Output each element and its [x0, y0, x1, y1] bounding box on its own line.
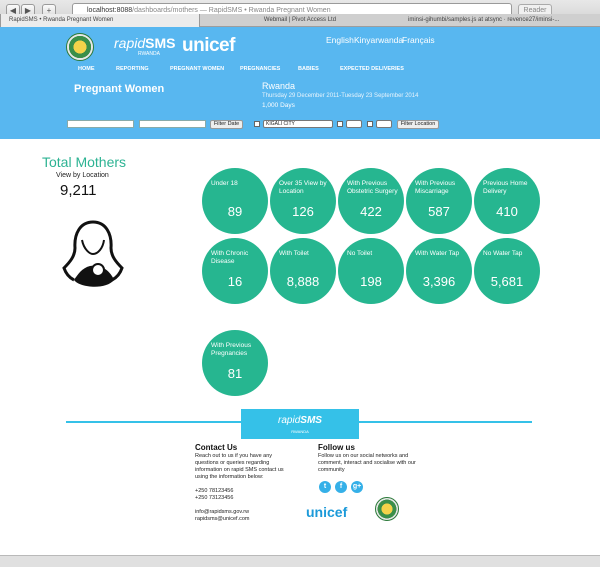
tab-bar: RapidSMS • Rwanda Pregnant Women Webmail… — [0, 14, 600, 27]
mother-child-icon — [62, 220, 124, 287]
email-1[interactable]: info@rapidsms.gov.rw — [195, 509, 295, 516]
tab-github[interactable]: iminsi-gihumbi/samples.js at atsync · re… — [400, 14, 600, 27]
url-suffix: — RapidSMS • Rwanda Pregnant Women — [197, 7, 331, 14]
email-2[interactable]: rapidsms@unicef.com — [195, 516, 295, 523]
stat-over-35[interactable]: Over 35 View by Location 126 — [270, 168, 336, 234]
province-checkbox[interactable] — [254, 121, 260, 127]
facebook-icon[interactable]: f — [335, 481, 347, 493]
footer-unicef-logo: unicef — [306, 504, 348, 520]
browser-status-bar — [0, 555, 600, 567]
total-mothers-value: 9,211 — [60, 182, 97, 199]
total-mothers-title: Total Mothers — [42, 154, 127, 170]
site-header: rapidSMS RWANDA unicef English Kinyarwan… — [0, 27, 600, 139]
start-date-input[interactable] — [67, 120, 134, 128]
date-range: Thursday 29 December 2011-Tuesday 23 Sep… — [262, 93, 419, 99]
stat-with-toilet[interactable]: With Toilet 8,888 — [270, 238, 336, 304]
footer-crest-icon — [375, 497, 399, 521]
page-title: Pregnant Women — [74, 83, 165, 95]
district-select[interactable] — [346, 120, 362, 128]
footer-rapidsms-logo: rapidSMS RWANDA — [241, 409, 359, 439]
phone-1: +250 78123456 — [195, 488, 234, 494]
lang-francais[interactable]: Français — [402, 35, 435, 45]
lang-kinyarwanda[interactable]: Kinyarwanda — [354, 35, 403, 45]
twitter-icon[interactable]: t — [319, 481, 331, 493]
stat-under-18[interactable]: Under 18 89 — [202, 168, 268, 234]
url-path: /dashboards/mothers — [132, 7, 198, 14]
lang-english[interactable]: English — [326, 35, 354, 45]
menu-expected-deliveries[interactable]: EXPECTED DELIVERIES — [340, 66, 404, 72]
filter-bar: Filter Date KIGALI CITY Filter Location — [0, 120, 600, 130]
follow-title: Follow us — [318, 443, 355, 452]
filter-location-button[interactable]: Filter Location — [397, 120, 439, 129]
tab-rapidsms[interactable]: RapidSMS • Rwanda Pregnant Women — [0, 14, 200, 27]
unicef-logo: unicef — [182, 35, 235, 56]
stat-previous-miscarriage[interactable]: With Previous Miscarriage 587 — [406, 168, 472, 234]
rapidsms-logo[interactable]: rapidSMS RWANDA — [114, 35, 175, 57]
phone-2: +250 73123456 — [195, 495, 234, 501]
district-checkbox[interactable] — [337, 121, 343, 127]
contact-title: Contact Us — [195, 443, 238, 452]
menu-pregnancies[interactable]: PREGNANCIES — [240, 66, 280, 72]
url-host: localhost:8088 — [87, 7, 133, 14]
tab-webmail[interactable]: Webmail | Pivot Access Ltd — [200, 14, 400, 27]
menu-babies[interactable]: BABIES — [298, 66, 319, 72]
days-count: 1,000 Days — [262, 102, 295, 109]
stat-with-water-tap[interactable]: With Water Tap 3,396 — [406, 238, 472, 304]
stat-previous-obstetric-surgery[interactable]: With Previous Obstetric Surgery 422 — [338, 168, 404, 234]
stat-no-toilet[interactable]: No Toilet 198 — [338, 238, 404, 304]
sector-checkbox[interactable] — [367, 121, 373, 127]
end-date-input[interactable] — [139, 120, 206, 128]
google-plus-icon[interactable]: g+ — [351, 481, 363, 493]
menu-home[interactable]: HOME — [78, 66, 95, 72]
follow-text: Follow us on our social networks and com… — [318, 453, 416, 473]
stat-previous-pregnancies[interactable]: With Previous Pregnancies 81 — [202, 330, 268, 396]
filter-date-button[interactable]: Filter Date — [210, 120, 243, 129]
province-select[interactable]: KIGALI CITY — [263, 120, 333, 128]
location-label: Rwanda — [262, 81, 296, 91]
stat-no-water-tap[interactable]: No Water Tap 5,681 — [474, 238, 540, 304]
menu-reporting[interactable]: REPORTING — [116, 66, 149, 72]
stat-chronic-disease[interactable]: With Chronic Disease 16 — [202, 238, 268, 304]
view-by-location-link[interactable]: View by Location — [56, 172, 109, 179]
contact-info: Reach out to us if you have any question… — [195, 453, 295, 523]
menu-pregnant-women[interactable]: PREGNANT WOMEN — [170, 66, 224, 72]
national-crest-icon — [66, 33, 94, 61]
stat-previous-home-delivery[interactable]: Previous Home Delivery 410 — [474, 168, 540, 234]
sector-select[interactable] — [376, 120, 392, 128]
